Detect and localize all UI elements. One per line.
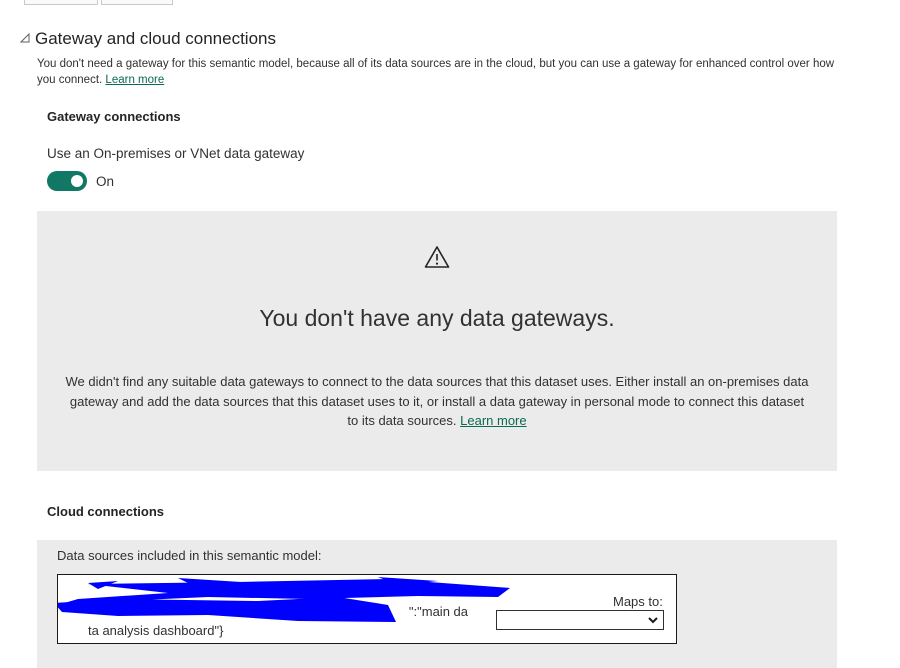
chevron-down-icon (648, 617, 658, 624)
collapse-icon[interactable] (19, 32, 32, 46)
gateway-toggle[interactable] (47, 171, 87, 191)
no-gateways-text: We didn't find any suitable data gateway… (65, 374, 809, 428)
toggle-state-label: On (96, 173, 115, 189)
top-button-stub[interactable] (101, 0, 173, 5)
gateway-settings-page: Gateway and cloud connections You don't … (0, 0, 900, 668)
gateway-connections-heading: Gateway connections (47, 109, 181, 124)
top-button-stub[interactable] (24, 0, 98, 5)
cloud-connections-heading: Cloud connections (47, 504, 164, 519)
no-gateways-panel: You don't have any data gateways. We did… (37, 211, 837, 471)
toggle-knob (71, 175, 83, 187)
gateway-toggle-row: On (47, 171, 114, 191)
data-sources-caption: Data sources included in this semantic m… (57, 548, 322, 563)
section-description: You don't need a gateway for this semant… (37, 56, 847, 88)
no-gateways-description: We didn't find any suitable data gateway… (65, 372, 809, 431)
section-header[interactable]: Gateway and cloud connections (19, 29, 276, 49)
warning-icon (424, 246, 450, 268)
data-source-row: ":"main da ta analysis dashboard"} Maps … (57, 574, 677, 644)
no-gateways-title: You don't have any data gateways. (259, 305, 615, 331)
maps-to-dropdown[interactable] (496, 610, 664, 630)
redaction-scribble (58, 577, 510, 622)
cloud-connections-panel: Data sources included in this semantic m… (37, 540, 837, 668)
gateway-toggle-label: Use an On-premises or VNet data gateway (47, 146, 305, 161)
learn-more-link[interactable]: Learn more (105, 74, 164, 86)
section-title: Gateway and cloud connections (35, 29, 276, 48)
maps-to-label: Maps to: (613, 594, 663, 609)
learn-more-link[interactable]: Learn more (460, 413, 526, 428)
